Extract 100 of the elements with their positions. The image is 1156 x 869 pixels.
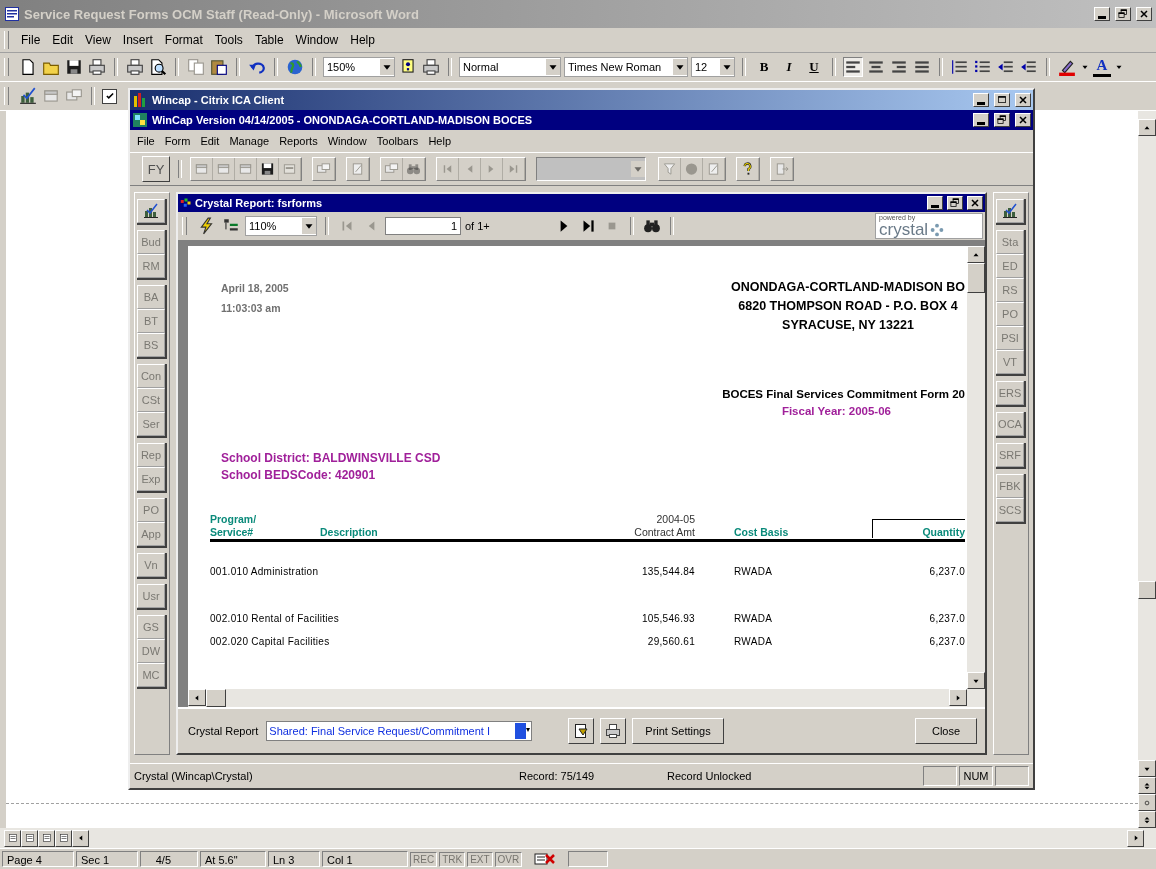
browse-object-button[interactable] xyxy=(1138,794,1156,811)
menu-item[interactable]: Insert xyxy=(116,33,159,47)
close-button[interactable]: Close xyxy=(915,718,977,744)
horizontal-scrollbar[interactable] xyxy=(188,689,985,707)
style-dropdown[interactable]: Normal xyxy=(459,57,561,77)
font-dropdown[interactable]: Times New Roman xyxy=(564,57,688,77)
printer-icon[interactable] xyxy=(421,57,441,77)
restore-button[interactable] xyxy=(1115,7,1131,21)
table-cell-text: 002.010 Rental of Facilities xyxy=(210,613,341,626)
scroll-thumb[interactable] xyxy=(1138,581,1156,599)
chart-button[interactable] xyxy=(996,199,1024,223)
close-button[interactable] xyxy=(1015,113,1031,127)
table-cell-text: 105,546.93 xyxy=(640,613,695,626)
chart-icon xyxy=(143,203,159,219)
status-text: Record Unlocked xyxy=(667,770,752,782)
fiscal-year: Fiscal Year: 2005-06 xyxy=(781,405,891,417)
menu-item[interactable]: Manage xyxy=(224,135,275,147)
scroll-right-button[interactable] xyxy=(1127,829,1144,847)
scroll-up-button[interactable] xyxy=(1138,119,1156,136)
zoom-dropdown[interactable]: 110% xyxy=(245,216,317,236)
scroll-up-button[interactable] xyxy=(967,246,985,263)
minimize-icon xyxy=(931,204,939,208)
restore-button[interactable] xyxy=(994,113,1010,127)
restore-icon xyxy=(949,197,961,209)
vertical-scrollbar[interactable] xyxy=(967,246,985,689)
view-button[interactable] xyxy=(38,829,55,847)
status-field: 4/5 xyxy=(140,851,198,867)
scroll-down-button[interactable] xyxy=(967,672,985,689)
menu-item[interactable]: Window xyxy=(322,135,372,147)
view-button[interactable] xyxy=(55,829,72,847)
status-field: Ln 3 xyxy=(268,851,320,867)
print-settings-button[interactable]: Print Settings xyxy=(632,718,724,744)
vertical-scrollbar[interactable] xyxy=(1138,111,1156,828)
menu-item[interactable]: Window xyxy=(289,33,345,47)
align-left-icon[interactable] xyxy=(843,57,863,77)
table-cell-text: 002.020 Capital Facilities xyxy=(210,636,331,649)
report-dropdown[interactable]: Shared: Final Service Request/Commitment I xyxy=(266,721,533,741)
minimize-button[interactable] xyxy=(927,196,943,210)
status-panel xyxy=(995,766,1029,786)
scroll-thumb[interactable] xyxy=(206,689,226,707)
close-button[interactable] xyxy=(967,196,983,210)
view-button[interactable] xyxy=(4,829,21,847)
organization-address: 6820 THOMPSON ROAD - P.O. BOX 4 xyxy=(738,299,958,313)
maximize-icon xyxy=(996,94,1008,106)
format-button[interactable]: I xyxy=(778,57,800,77)
format-button[interactable]: B xyxy=(753,57,775,77)
menu-item[interactable]: Format xyxy=(158,33,209,47)
menu-item[interactable]: Edit xyxy=(46,33,80,47)
maximize-button[interactable] xyxy=(994,93,1010,107)
menu-item[interactable]: Reports xyxy=(274,135,323,147)
minimize-button[interactable] xyxy=(1094,7,1110,21)
menu-item[interactable]: Help xyxy=(423,135,456,147)
minimize-button[interactable] xyxy=(973,93,989,107)
menu-item[interactable]: Toolbars xyxy=(371,135,424,147)
restore-button[interactable] xyxy=(947,196,963,210)
menu-item[interactable]: View xyxy=(79,33,117,47)
record-dropdown[interactable] xyxy=(536,157,646,181)
page-number-field[interactable]: 1 xyxy=(385,217,461,235)
chart-button[interactable] xyxy=(137,199,165,223)
menu-item[interactable]: File xyxy=(132,135,160,147)
next-page-button[interactable] xyxy=(1138,811,1156,828)
menu-item[interactable]: Tools xyxy=(208,33,249,47)
menu-item[interactable]: Help xyxy=(344,33,381,47)
menu-item[interactable]: Form xyxy=(159,135,196,147)
preview-icon[interactable] xyxy=(148,57,168,77)
report-label: Crystal Report xyxy=(188,725,259,737)
scroll-right-button[interactable] xyxy=(949,689,967,706)
menu-item[interactable]: Edit xyxy=(195,135,225,147)
scroll-left-button[interactable] xyxy=(188,689,206,706)
chart-icon[interactable] xyxy=(18,86,38,106)
close-button[interactable] xyxy=(1136,7,1152,21)
table-cell-text: RWADA xyxy=(734,566,774,579)
organization-address: SYRACUSE, NY 13221 xyxy=(782,318,914,332)
menu-item[interactable]: File xyxy=(15,33,47,47)
scroll-left-button[interactable] xyxy=(72,829,89,847)
minimize-button[interactable] xyxy=(973,113,989,127)
export-button[interactable] xyxy=(568,718,595,744)
restore-icon xyxy=(996,114,1008,126)
scroll-down-button[interactable] xyxy=(1138,760,1156,777)
font-color-button[interactable]: A xyxy=(1093,57,1111,77)
view-button[interactable] xyxy=(21,829,38,847)
page-arrows-icon xyxy=(1142,780,1152,791)
fiscal-year-button[interactable]: FY xyxy=(142,156,170,182)
num-lock-indicator: NUM xyxy=(959,766,993,786)
format-button[interactable]: U xyxy=(803,57,825,77)
globe-icon[interactable] xyxy=(285,57,305,77)
printer-icon[interactable] xyxy=(125,57,145,77)
menu-item[interactable]: Table xyxy=(248,33,290,47)
previous-page-button[interactable] xyxy=(1138,777,1156,794)
zoom-dropdown[interactable]: 150% xyxy=(323,57,395,77)
paste-icon[interactable] xyxy=(209,57,229,77)
numbered-list-icon[interactable] xyxy=(950,57,970,77)
print-button[interactable] xyxy=(600,718,627,744)
close-button[interactable] xyxy=(1015,93,1031,107)
font-size-dropdown[interactable]: 12 xyxy=(691,57,735,77)
scroll-thumb[interactable] xyxy=(967,263,985,293)
status-field: Col 1 xyxy=(322,851,408,867)
chart-icon xyxy=(1002,203,1018,219)
printer-icon[interactable] xyxy=(87,57,107,77)
checkbox[interactable] xyxy=(102,88,117,104)
